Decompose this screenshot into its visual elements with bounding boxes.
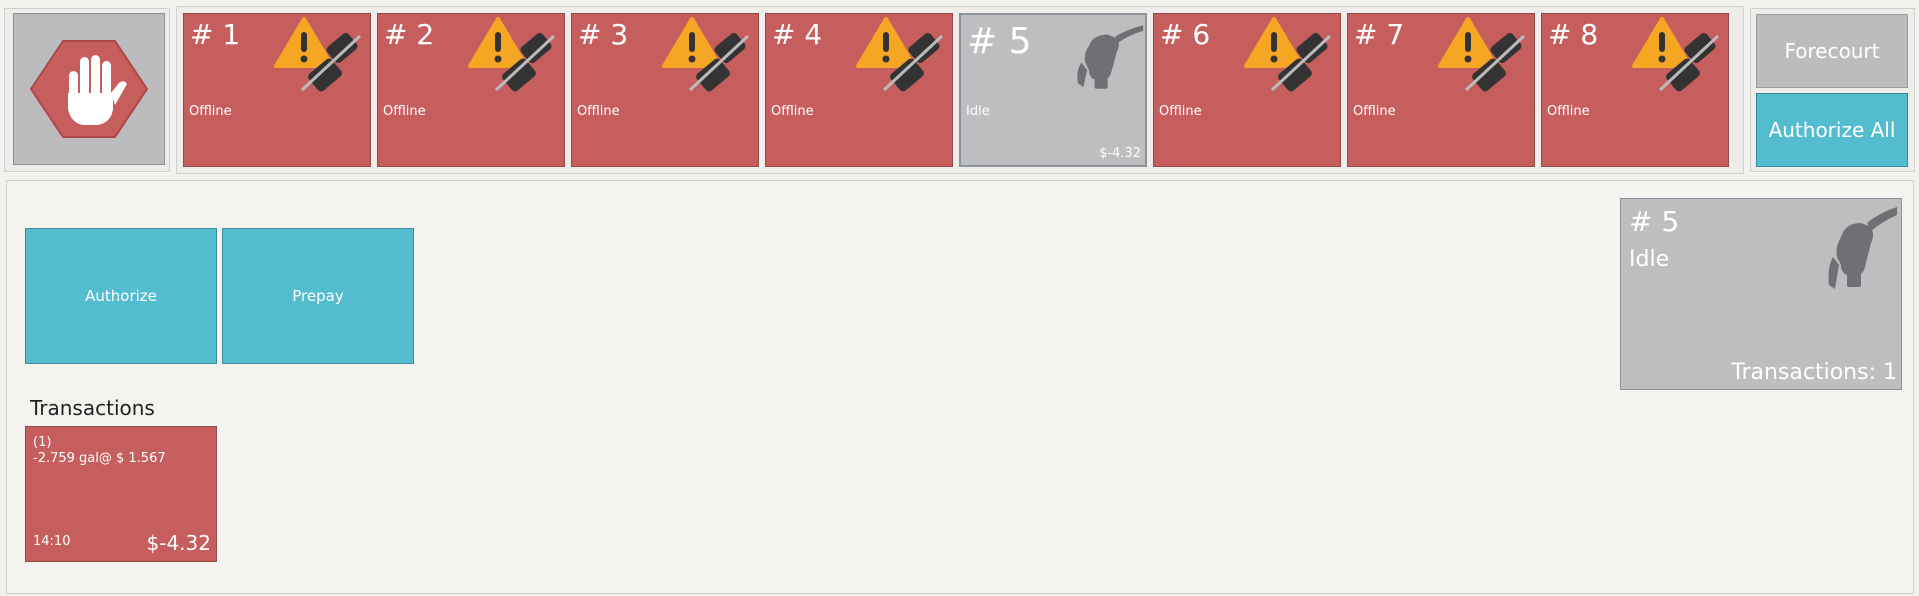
emergency-stop-panel [4,8,170,172]
offline-warning-plug-icon [662,17,750,92]
transactions-heading: Transactions [30,396,155,420]
pump-3-tile[interactable]: # 3 Offline [571,13,759,167]
authorize-button[interactable]: Authorize [25,228,217,364]
pump-status: Offline [771,104,814,119]
pump-number: # 8 [1548,18,1599,51]
selected-pump-transactions: Transactions: 1 [1731,360,1897,385]
pump-status: Offline [1547,104,1590,119]
pump-number: # 1 [190,18,241,51]
selected-pump-number: # 5 [1629,205,1680,238]
pump-number: # 2 [384,18,435,51]
pump-status: Idle [966,104,990,119]
transaction-amount: $-4.32 [146,531,211,555]
pump-amount: $-4.32 [1099,146,1141,161]
offline-warning-plug-icon [1438,17,1526,92]
offline-warning-plug-icon [1632,17,1720,92]
fuel-nozzle-icon [1828,207,1897,289]
offline-warning-plug-icon [274,17,362,92]
prepay-button[interactable]: Prepay [222,228,414,364]
authorize-all-button[interactable]: Authorize All [1756,93,1908,167]
pump-status: Offline [383,104,426,119]
pump-6-tile[interactable]: # 6 Offline [1153,13,1341,167]
pump-1-tile[interactable]: # 1 Offline [183,13,371,167]
selected-pump-status: Idle [1629,247,1670,272]
pump-number: # 3 [578,18,629,51]
hand-stop-icon [30,40,148,138]
pump-number: # 7 [1354,18,1405,51]
pump-status: Offline [1159,104,1202,119]
pump-5-tile[interactable]: # 5 Idle $-4.32 [959,13,1147,167]
pump-number: # 6 [1160,18,1211,51]
fuel-nozzle-icon [1077,25,1144,89]
pump-7-tile[interactable]: # 7 Offline [1347,13,1535,167]
pump-2-tile[interactable]: # 2 Offline [377,13,565,167]
transaction-time: 14:10 [33,534,71,549]
transaction-index: (1) [33,435,52,450]
emergency-stop-button[interactable] [13,13,165,165]
pump-8-tile[interactable]: # 8 Offline [1541,13,1729,167]
transaction-card[interactable]: (1) -2.759 gal@ $ 1.567 14:10 $-4.32 [25,426,217,562]
global-actions-panel: Forecourt Authorize All [1750,8,1915,172]
offline-warning-plug-icon [856,17,944,92]
pump-number: # 4 [772,18,823,51]
selected-pump-card: # 5 Idle Transactions: 1 [1620,198,1902,390]
pump-4-tile[interactable]: # 4 Offline [765,13,953,167]
forecourt-button[interactable]: Forecourt [1756,14,1908,88]
transaction-detail: -2.759 gal@ $ 1.567 [33,451,166,466]
pump-status: Offline [577,104,620,119]
offline-warning-plug-icon [468,17,556,92]
pump-number: # 5 [967,21,1032,62]
offline-warning-plug-icon [1244,17,1332,92]
pump-status: Offline [1353,104,1396,119]
pump-selector-panel: # 1 Offline # 2 Offline # 3 Offline # 4 [176,6,1744,174]
pump-status: Offline [189,104,232,119]
